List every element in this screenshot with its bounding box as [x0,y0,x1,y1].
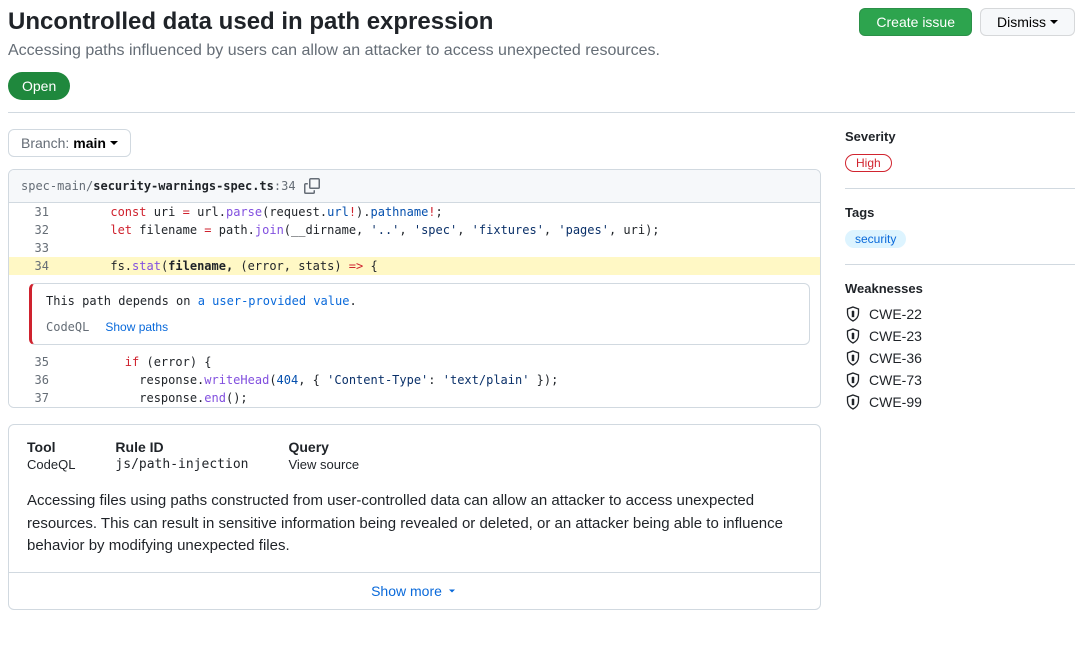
details-box: Tool CodeQL Rule ID js/path-injection Quer… [8,424,821,610]
rule-id-label: Rule ID [115,439,248,455]
copy-icon[interactable] [304,178,320,194]
chevron-down-icon [446,585,458,597]
shield-icon [845,328,861,344]
shield-icon [845,372,861,388]
show-more-button[interactable]: Show more [9,572,820,609]
dismiss-button[interactable]: Dismiss [980,8,1075,36]
weakness-item[interactable]: CWE-73 [845,372,1075,388]
weakness-item[interactable]: CWE-99 [845,394,1075,410]
weakness-item[interactable]: CWE-23 [845,328,1075,344]
page-title: Uncontrolled data used in path expressio… [8,8,843,36]
divider [8,112,1075,113]
severity-label: Severity [845,129,1075,144]
annotation-link[interactable]: a user-provided value [198,294,350,308]
tag-pill[interactable]: security [845,230,906,248]
file-path: spec-main/security-warnings-spec.ts:34 [21,179,296,193]
annotation-tool: CodeQL [46,320,89,334]
weakness-item[interactable]: CWE-36 [845,350,1075,366]
shield-icon [845,350,861,366]
weaknesses-label: Weaknesses [845,281,1075,296]
code-snippet-box: spec-main/security-warnings-spec.ts:34 3… [8,169,821,408]
tool-label: Tool [27,439,75,455]
shield-icon [845,394,861,410]
tags-label: Tags [845,205,1075,220]
create-issue-button[interactable]: Create issue [859,8,972,36]
code-table: 31 const uri = url.parse(request.url!).p… [9,203,820,407]
view-source-link[interactable]: View source [288,457,359,472]
chevron-down-icon [110,141,118,145]
branch-selector[interactable]: Branch: main [8,129,131,157]
status-badge: Open [8,72,70,100]
query-label: Query [288,439,359,455]
show-paths-button[interactable]: Show paths [105,320,168,334]
weakness-item[interactable]: CWE-22 [845,306,1075,322]
tool-value: CodeQL [27,457,75,472]
severity-badge: High [845,154,892,172]
code-annotation: This path depends on a user-provided val… [29,283,810,345]
details-description: Accessing files using paths constructed … [9,486,820,572]
chevron-down-icon [1050,20,1058,24]
page-subtitle: Accessing paths influenced by users can … [8,42,843,60]
rule-id-value: js/path-injection [115,457,248,472]
shield-icon [845,306,861,322]
